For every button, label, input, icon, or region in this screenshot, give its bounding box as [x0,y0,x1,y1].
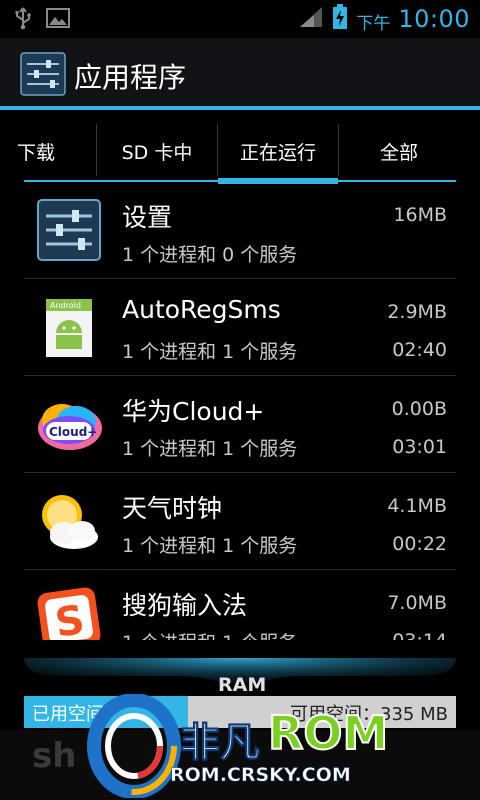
tab-running[interactable]: 正在运行 [218,120,338,182]
list-item[interactable]: 设置 1 个进程和 0 个服务 16MB [24,182,456,279]
app-name: AutoRegSms [122,295,281,324]
android-icon: Android [36,295,102,361]
app-memory-size: 2.9MB [387,301,447,323]
tab-label: 正在运行 [239,141,316,164]
signal-icon [298,5,324,33]
clock-time: 10:00 [398,5,470,33]
crsky-swirl-icon [87,694,181,798]
action-bar: 应用程序 [0,38,480,110]
app-memory-size: 4.1MB [387,495,447,517]
page-title: 应用程序 [74,61,187,94]
app-name: 天气时钟 [122,494,223,523]
settings-app-icon[interactable] [20,52,66,96]
tab-label: 下载 [16,141,55,164]
cloud-icon: Cloud+ [36,392,102,458]
clock-ampm: 下午 [356,13,391,34]
app-name: 华为Cloud+ [122,397,265,426]
running-apps-list[interactable]: 设置 1 个进程和 0 个服务 16MB Android AutoRegSms … [24,182,456,662]
tab-label: SD 卡中 [121,141,193,164]
status-bar: 下午 10:00 [0,0,480,38]
app-process-info: 1 个进程和 1 个服务 [122,535,298,557]
tab-all[interactable]: 全部 [339,120,459,182]
app-process-info: 1 个进程和 0 个服务 [122,244,298,266]
tab-bar: 下载 SD 卡中 正在运行 全部 [0,110,480,184]
watermark-url: ROM.CRSKY.COM [170,764,351,787]
tab-sd-card[interactable]: SD 卡中 [97,120,217,182]
list-item[interactable]: Android AutoRegSms 1 个进程和 1 个服务 2.9MB 02… [24,279,456,376]
app-run-time: 00:22 [392,533,447,555]
settings-icon [36,198,102,264]
battery-charging-icon [332,4,348,34]
app-memory-size: 0.00B [391,398,447,420]
app-process-info: 1 个进程和 1 个服务 [122,438,298,460]
svg-text:Android: Android [50,301,81,310]
image-icon [46,7,70,33]
app-name: 搜狗输入法 [122,591,248,620]
app-memory-size: 7.0MB [387,592,447,614]
tab-downloads[interactable]: 下载 [0,120,96,182]
tab-label: 全部 [379,141,418,164]
watermark-side-text: sh [32,736,77,776]
app-name: 设置 [122,203,173,232]
list-item[interactable]: Cloud+ 华为Cloud+ 1 个进程和 1 个服务 0.00B 03:01 [24,376,456,473]
watermark-logo: 非凡 ROM ROM.CRSKY.COM [84,690,414,800]
list-item[interactable]: 天气时钟 1 个进程和 1 个服务 4.1MB 00:22 [24,473,456,570]
watermark-rom: ROM [267,705,389,761]
weather-icon [36,489,102,555]
usb-icon [14,6,32,34]
app-run-time: 03:01 [392,436,447,458]
app-run-time: 02:40 [392,339,447,361]
app-process-info: 1 个进程和 1 个服务 [122,341,298,363]
app-memory-size: 16MB [393,204,447,226]
svg-text:Cloud+: Cloud+ [49,425,97,439]
watermark-cn: 非凡 [180,720,261,767]
